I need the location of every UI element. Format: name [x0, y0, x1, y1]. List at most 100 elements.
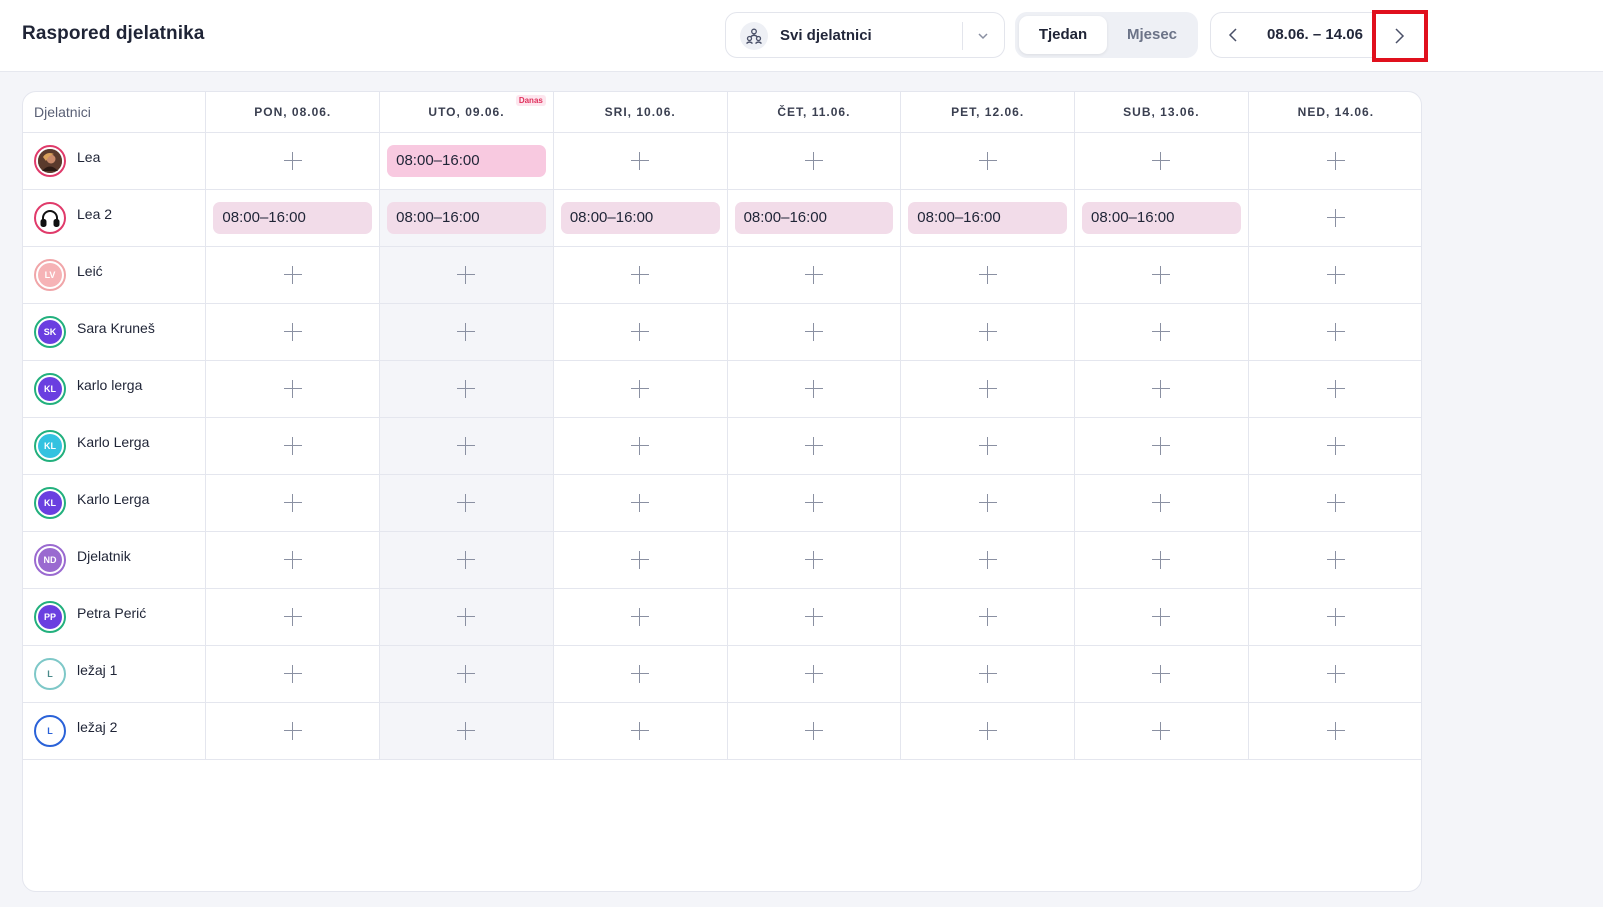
add-shift-icon[interactable]	[1152, 436, 1171, 455]
add-shift-icon[interactable]	[1326, 493, 1345, 512]
schedule-cell[interactable]	[727, 645, 902, 703]
schedule-cell[interactable]	[727, 360, 902, 418]
add-shift-icon[interactable]	[457, 436, 476, 455]
schedule-cell[interactable]	[727, 132, 902, 190]
schedule-cell[interactable]	[205, 417, 381, 475]
schedule-cell[interactable]	[553, 303, 728, 361]
employee-info[interactable]: ND Djelatnik	[34, 532, 205, 588]
add-shift-icon[interactable]	[631, 379, 650, 398]
add-shift-icon[interactable]	[978, 322, 997, 341]
add-shift-icon[interactable]	[283, 265, 302, 284]
schedule-cell[interactable]	[205, 588, 381, 646]
shift-block[interactable]: 08:00–16:00	[1082, 201, 1241, 234]
chevron-down-icon[interactable]	[976, 29, 990, 43]
schedule-cell[interactable]	[379, 531, 554, 589]
schedule-cell[interactable]: 08:00–16:00	[205, 189, 381, 247]
add-shift-icon[interactable]	[457, 721, 476, 740]
schedule-cell[interactable]	[1074, 474, 1249, 532]
schedule-cell[interactable]: 08:00–16:00	[900, 189, 1075, 247]
employee-info[interactable]: PP Petra Perić	[34, 589, 205, 645]
add-shift-icon[interactable]	[631, 607, 650, 626]
add-shift-icon[interactable]	[1152, 721, 1171, 740]
schedule-cell[interactable]	[1248, 246, 1421, 304]
add-shift-icon[interactable]	[1152, 322, 1171, 341]
schedule-cell[interactable]	[900, 702, 1075, 760]
employee-info[interactable]: LV Leić	[34, 247, 205, 303]
schedule-cell[interactable]	[727, 702, 902, 760]
add-shift-icon[interactable]	[283, 493, 302, 512]
add-shift-icon[interactable]	[457, 379, 476, 398]
add-shift-icon[interactable]	[283, 436, 302, 455]
add-shift-icon[interactable]	[457, 493, 476, 512]
add-shift-icon[interactable]	[1152, 550, 1171, 569]
add-shift-icon[interactable]	[1326, 607, 1345, 626]
add-shift-icon[interactable]	[978, 664, 997, 683]
schedule-cell[interactable]	[553, 246, 728, 304]
tab-week[interactable]: Tjedan	[1019, 16, 1107, 54]
add-shift-icon[interactable]	[1152, 664, 1171, 683]
add-shift-icon[interactable]	[804, 607, 823, 626]
add-shift-icon[interactable]	[978, 550, 997, 569]
schedule-cell[interactable]	[1248, 189, 1421, 247]
schedule-cell[interactable]	[900, 132, 1075, 190]
schedule-cell[interactable]	[900, 588, 1075, 646]
schedule-cell[interactable]	[205, 132, 381, 190]
schedule-cell[interactable]	[205, 303, 381, 361]
add-shift-icon[interactable]	[457, 664, 476, 683]
add-shift-icon[interactable]	[804, 151, 823, 170]
employee-info[interactable]: Lležaj 1	[34, 646, 205, 702]
add-shift-icon[interactable]	[978, 607, 997, 626]
add-shift-icon[interactable]	[631, 322, 650, 341]
schedule-cell[interactable]	[900, 474, 1075, 532]
schedule-cell[interactable]	[205, 360, 381, 418]
schedule-cell[interactable]	[379, 417, 554, 475]
add-shift-icon[interactable]	[804, 322, 823, 341]
schedule-cell[interactable]	[1074, 531, 1249, 589]
shift-block[interactable]: 08:00–16:00	[560, 201, 720, 234]
schedule-cell[interactable]	[1248, 417, 1421, 475]
add-shift-icon[interactable]	[283, 664, 302, 683]
employee-info[interactable]: Lležaj 2	[34, 703, 205, 759]
schedule-cell[interactable]	[1248, 132, 1421, 190]
add-shift-icon[interactable]	[804, 493, 823, 512]
add-shift-icon[interactable]	[283, 721, 302, 740]
schedule-cell[interactable]	[205, 246, 381, 304]
add-shift-icon[interactable]	[631, 265, 650, 284]
add-shift-icon[interactable]	[631, 151, 650, 170]
add-shift-icon[interactable]	[978, 151, 997, 170]
schedule-cell[interactable]	[900, 531, 1075, 589]
schedule-cell[interactable]	[727, 303, 902, 361]
schedule-cell[interactable]	[1074, 588, 1249, 646]
schedule-cell[interactable]	[727, 531, 902, 589]
add-shift-icon[interactable]	[1326, 322, 1345, 341]
schedule-cell[interactable]	[1248, 303, 1421, 361]
add-shift-icon[interactable]	[283, 151, 302, 170]
schedule-cell[interactable]	[379, 702, 554, 760]
schedule-cell[interactable]: 08:00–16:00	[379, 189, 554, 247]
schedule-cell[interactable]	[379, 360, 554, 418]
schedule-cell[interactable]	[379, 246, 554, 304]
tab-month[interactable]: Mjesec	[1111, 16, 1193, 54]
add-shift-icon[interactable]	[978, 436, 997, 455]
schedule-cell[interactable]	[1074, 702, 1249, 760]
schedule-cell[interactable]	[900, 417, 1075, 475]
employee-info[interactable]: Lea 2	[34, 190, 205, 246]
add-shift-icon[interactable]	[631, 436, 650, 455]
schedule-cell[interactable]	[379, 303, 554, 361]
schedule-cell[interactable]	[553, 702, 728, 760]
shift-block[interactable]: 08:00–16:00	[387, 201, 546, 234]
add-shift-icon[interactable]	[804, 550, 823, 569]
schedule-cell[interactable]	[205, 645, 381, 703]
schedule-cell[interactable]	[205, 474, 381, 532]
schedule-cell[interactable]	[379, 645, 554, 703]
add-shift-icon[interactable]	[1152, 607, 1171, 626]
schedule-cell[interactable]	[900, 645, 1075, 703]
add-shift-icon[interactable]	[978, 493, 997, 512]
add-shift-icon[interactable]	[457, 265, 476, 284]
schedule-cell[interactable]	[553, 531, 728, 589]
schedule-cell[interactable]: 08:00–16:00	[727, 189, 902, 247]
schedule-cell[interactable]	[900, 303, 1075, 361]
schedule-cell[interactable]	[727, 246, 902, 304]
schedule-cell[interactable]	[900, 246, 1075, 304]
schedule-cell[interactable]	[1074, 246, 1249, 304]
